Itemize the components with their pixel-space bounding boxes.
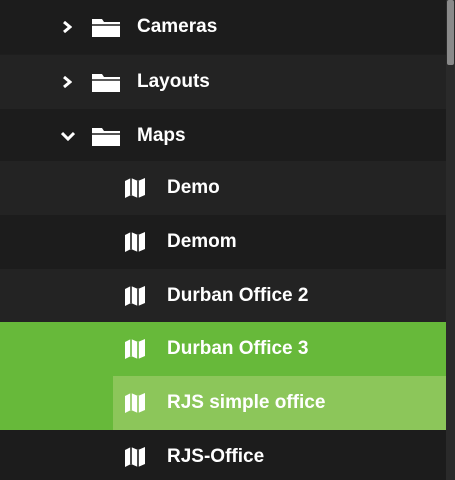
scrollbar-thumb[interactable]	[447, 0, 454, 65]
chevron-down-icon[interactable]	[61, 129, 75, 143]
tree-folder-maps[interactable]: Maps	[0, 109, 446, 163]
tree-folder-layouts[interactable]: Layouts	[0, 55, 446, 109]
tree-item-label: RJS simple office	[167, 392, 326, 413]
folder-icon	[91, 16, 121, 38]
tree-item-durban-office-2[interactable]: Durban Office 2	[0, 269, 446, 323]
folder-icon	[91, 125, 121, 147]
map-icon	[124, 392, 146, 414]
folder-icon	[91, 71, 121, 93]
chevron-right-icon[interactable]	[60, 20, 74, 34]
tree-item-rjs-simple-office[interactable]: RJS simple office	[0, 376, 446, 430]
tree-item-demom[interactable]: Demom	[0, 215, 446, 269]
map-icon	[124, 446, 146, 468]
scrollbar-track[interactable]	[446, 0, 455, 480]
tree-folder-label: Layouts	[137, 71, 210, 92]
tree-item-label: Demo	[167, 177, 220, 198]
tree-folder-cameras[interactable]: Cameras	[0, 0, 446, 54]
map-tree-panel: Cameras Layouts Maps Demo Demom Durban O…	[0, 0, 455, 480]
tree-item-durban-office-3[interactable]: Durban Office 3	[0, 322, 446, 376]
tree-item-label: RJS-Office	[167, 446, 265, 467]
tree-folder-label: Maps	[137, 125, 186, 146]
map-icon	[124, 285, 146, 307]
map-icon	[124, 338, 146, 360]
chevron-right-icon[interactable]	[60, 75, 74, 89]
map-icon	[124, 231, 146, 253]
tree-item-rjs-office[interactable]: RJS-Office	[0, 430, 446, 480]
map-icon	[124, 177, 146, 199]
tree-item-label: Durban Office 2	[167, 285, 309, 306]
tree-item-demo[interactable]: Demo	[0, 161, 446, 215]
tree-item-label: Demom	[167, 231, 237, 252]
tree-item-label: Durban Office 3	[167, 338, 309, 359]
tree-folder-label: Cameras	[137, 16, 218, 37]
